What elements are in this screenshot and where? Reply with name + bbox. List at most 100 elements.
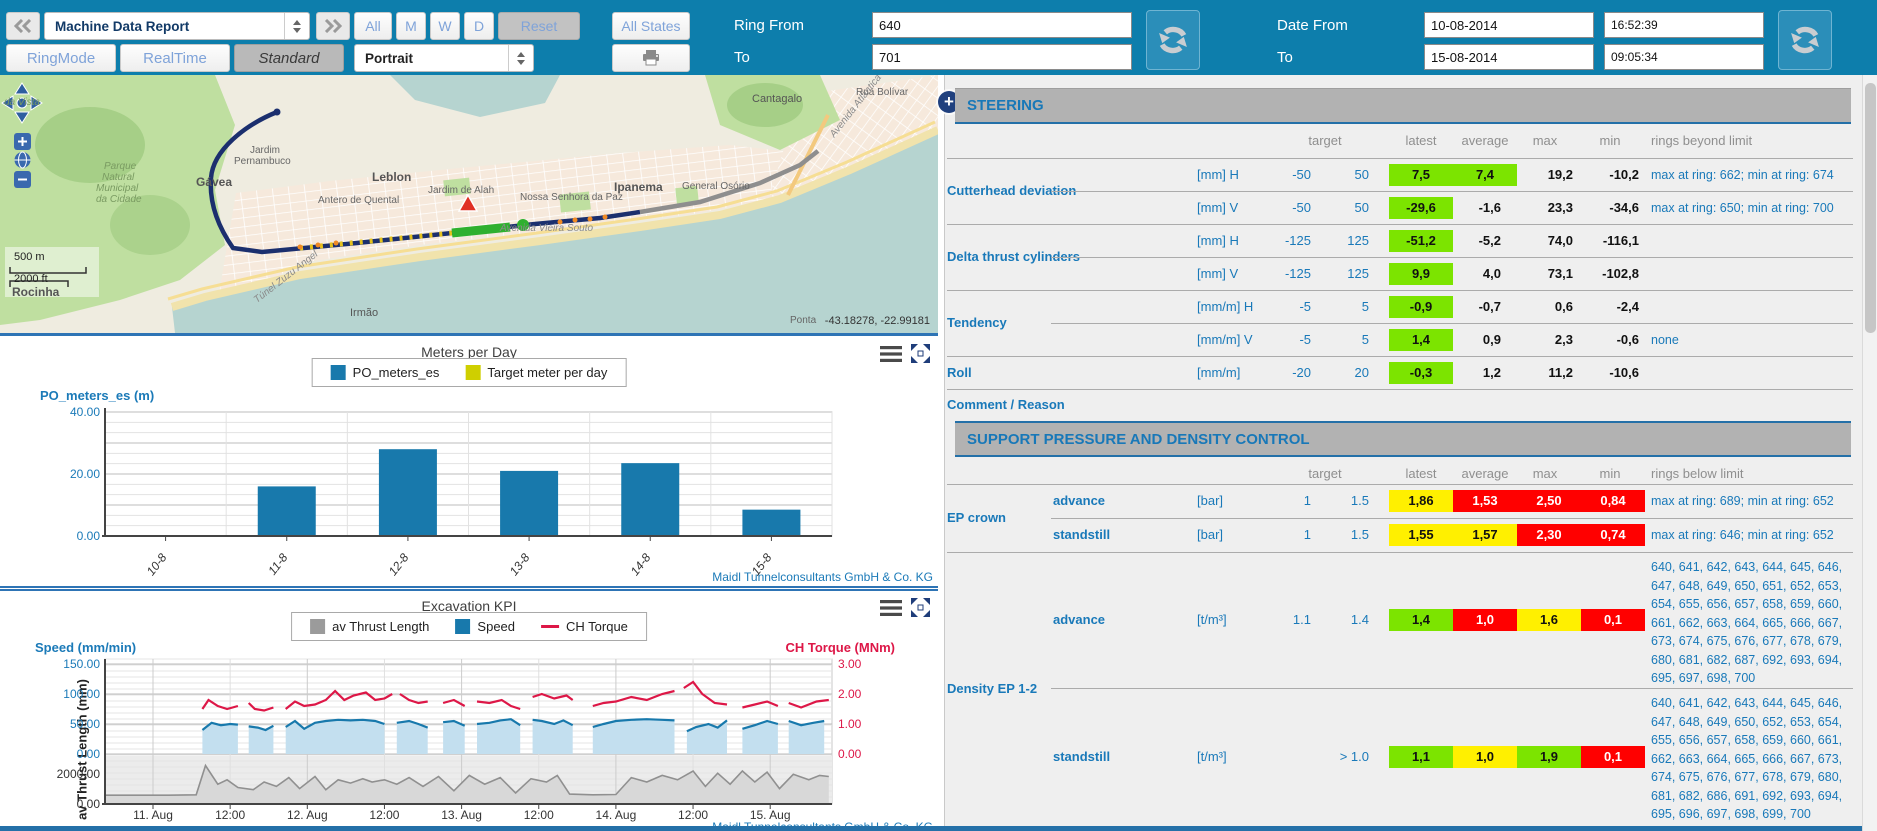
target-min: -50 [1251,167,1311,182]
tunnel-alignment-map[interactable]: ParqueNaturalMunicipalda Cidadeda VistaG… [0,75,938,333]
target-min: -125 [1251,266,1311,281]
x-tick-label: 11. Aug [118,808,188,822]
all-states-button[interactable]: All States [612,12,690,40]
row-unit: [mm] V [1197,266,1238,281]
row-group-label: Roll [947,365,972,380]
target-min: -20 [1251,365,1311,380]
range-month-button[interactable]: M [396,12,426,40]
value-average: 0,9 [1431,332,1501,347]
refresh-dates-button[interactable] [1778,10,1832,70]
time-to-input[interactable] [1604,44,1764,70]
value-cell: 0,84 [1581,490,1645,512]
report-select-value: Machine Data Report [45,19,284,34]
expand-icon[interactable] [911,598,930,617]
tab-realtime[interactable]: RealTime [120,44,230,72]
row-unit: [t/m³] [1197,612,1227,627]
double-chevron-left-icon [14,19,32,33]
machine-data-report-app: Machine Data Report All M W D Reset All … [0,0,1877,831]
spinner-icon[interactable] [508,45,533,71]
target-max: > 1.0 [1309,749,1369,764]
date-from-label: Date From [1277,17,1348,34]
value-cell: 1,57 [1453,524,1517,546]
tab-standard[interactable]: Standard [234,44,344,72]
value-cell: 1,53 [1453,490,1517,512]
row-sublabel: advance [1053,493,1105,508]
left-column: ParqueNaturalMunicipalda Cidadeda VistaG… [0,75,938,831]
column-header-rings: rings below limit [1651,466,1743,481]
svg-text:100.00: 100.00 [63,687,100,701]
menu-icon[interactable] [880,346,902,362]
print-button[interactable] [612,44,690,72]
value-min: -34,6 [1569,200,1639,215]
orientation-select[interactable]: Portrait [354,44,534,72]
row-unit: [mm/m] V [1197,332,1253,347]
refresh-rings-button[interactable] [1146,10,1200,70]
value-max: 74,0 [1503,233,1573,248]
row-sublabel: standstill [1053,749,1110,764]
separator [0,586,938,588]
target-min: 1 [1251,527,1311,542]
value-average: -5,2 [1431,233,1501,248]
legend-swatch-icon [310,619,325,634]
column-header-min: min [1570,466,1650,481]
report-tables-panel: + STEERING SUPPORT PRESSURE AND DENSITY … [944,75,1863,831]
date-from-input[interactable] [1424,12,1594,38]
svg-text:0.00: 0.00 [77,797,101,811]
support-section-header: SUPPORT PRESSURE AND DENSITY CONTROL [955,421,1851,457]
right-axis-label: CH Torque (MNm) [785,640,895,655]
refresh-icon [1156,23,1190,57]
svg-text:1.00: 1.00 [838,717,862,731]
value-min: -116,1 [1569,233,1639,248]
row-group-label: Tendency [947,315,1007,330]
ring-from-label: Ring From [734,17,804,34]
time-from-input[interactable] [1604,12,1764,38]
row-group-label: Density EP 1-2 [947,681,1037,696]
value-cell: 1,0 [1453,746,1517,768]
value-cell: 0,1 [1581,609,1645,631]
target-max: 5 [1309,299,1369,314]
range-day-button[interactable]: D [464,12,494,40]
chart-legend: PO_meters_es Target meter per day [312,358,627,387]
legend-swatch-icon [455,619,470,634]
rings-note: max at ring: 650; min at ring: 700 [1651,199,1857,218]
menu-icon[interactable] [880,600,902,616]
row-separator [1051,518,1853,519]
x-tick-label: 12:00 [195,808,265,822]
row-separator [947,484,1853,485]
target-min: 1.1 [1251,612,1311,627]
comment-reason-label: Comment / Reason [947,397,1065,412]
value-min: -0,6 [1569,332,1639,347]
range-all-button[interactable]: All [354,12,392,40]
range-week-button[interactable]: W [430,12,460,40]
ring-from-input[interactable] [872,12,1132,38]
next-report-button[interactable] [316,12,350,40]
target-max: 125 [1309,233,1369,248]
spinner-icon[interactable] [284,13,309,39]
target-min: 1 [1251,493,1311,508]
value-cell: 1,55 [1389,524,1453,546]
chart-legend: av Thrust Length Speed CH Torque [291,612,647,641]
expand-icon[interactable] [911,344,930,363]
value-cell: 1,86 [1389,490,1453,512]
svg-text:2000.00: 2000.00 [57,767,101,781]
rings-list: 640, 641, 642, 643, 644, 645, 646, 647, … [1651,558,1857,688]
map-canvas [0,75,938,333]
panel-scrollbar[interactable] [1862,75,1877,831]
row-unit: [mm] H [1197,167,1239,182]
target-max: 50 [1309,167,1369,182]
tab-ringmode[interactable]: RingMode [6,44,116,72]
ring-to-input[interactable] [872,44,1132,70]
rings-note: none [1651,331,1857,350]
value-cell: 1,4 [1389,609,1453,631]
scrollbar-thumb[interactable] [1865,83,1876,333]
date-to-input[interactable] [1424,44,1594,70]
reset-button[interactable]: Reset [498,12,580,40]
row-sublabel: advance [1053,612,1105,627]
target-max: 125 [1309,266,1369,281]
value-max: 19,2 [1503,167,1573,182]
target-min: -50 [1251,200,1311,215]
row-separator [947,158,1853,159]
report-select[interactable]: Machine Data Report [44,12,310,40]
previous-report-button[interactable] [6,12,40,40]
value-cell: 1,1 [1389,746,1453,768]
